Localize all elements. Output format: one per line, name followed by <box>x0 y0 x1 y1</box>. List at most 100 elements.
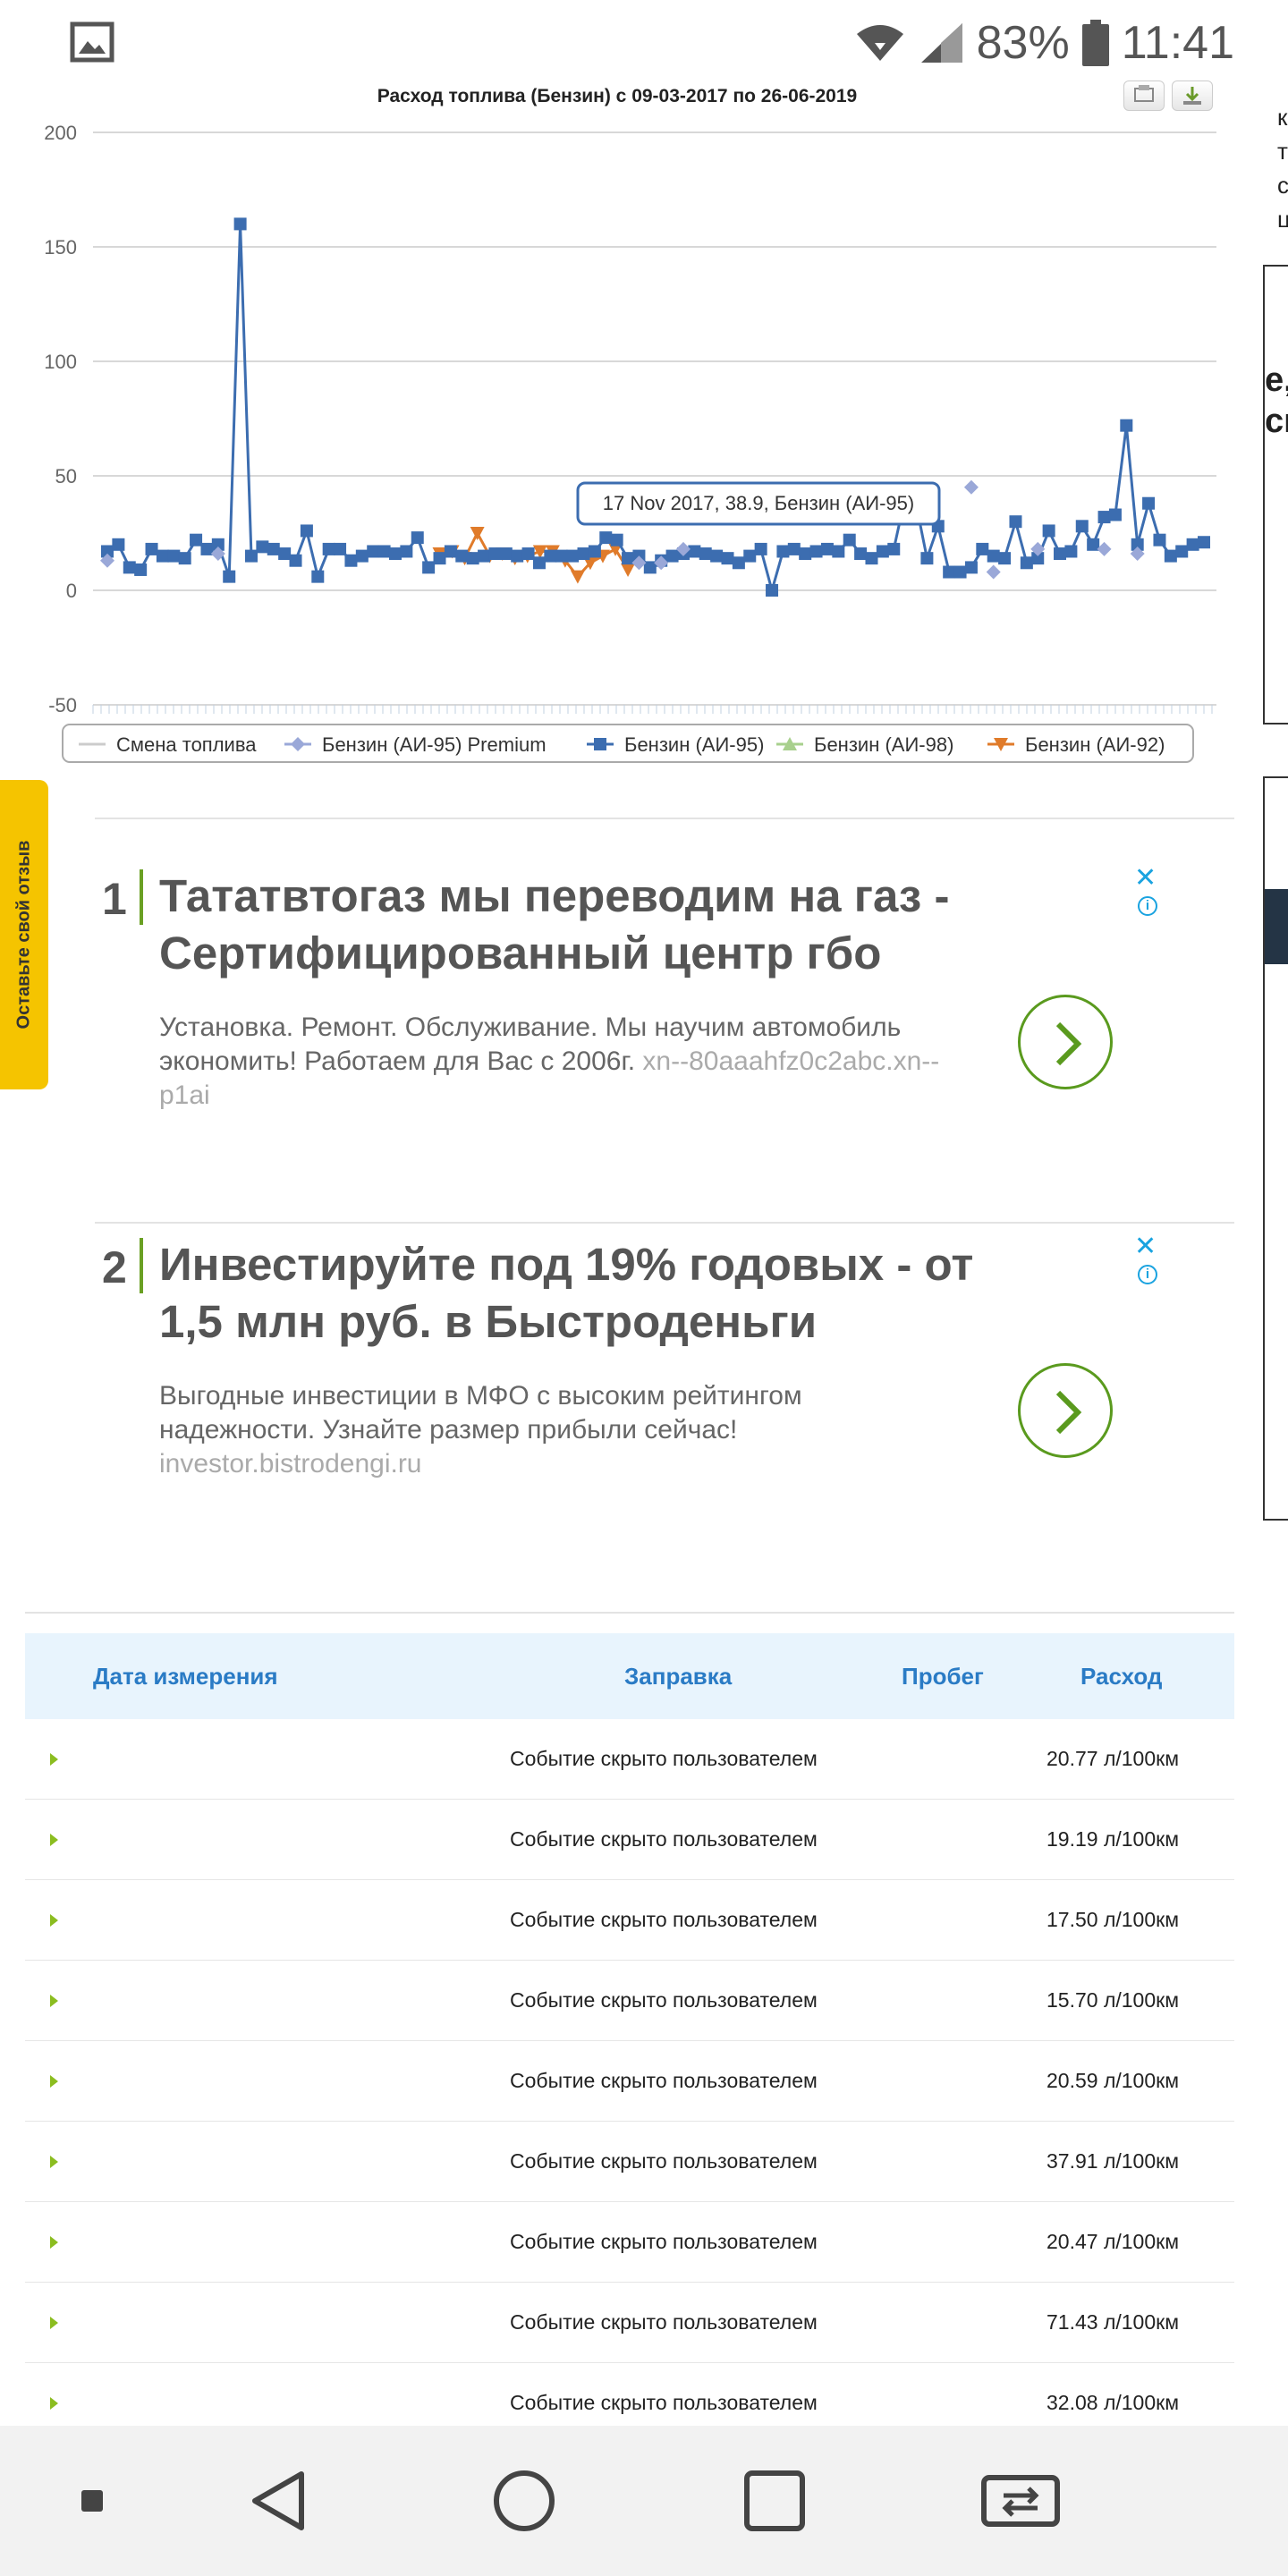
data-point-ai95 <box>1108 508 1122 521</box>
divider <box>25 1612 1234 1614</box>
square-dot-icon[interactable] <box>63 2426 122 2576</box>
edge-char: с <box>1277 172 1288 199</box>
event-cell: Событие скрыто пользователем <box>510 2310 818 2334</box>
table-row[interactable]: Событие скрыто пользователем 20.59 л/100к… <box>25 2041 1234 2122</box>
expand-arrow-icon[interactable] <box>50 1995 58 2007</box>
recents-icon[interactable] <box>739 2426 810 2576</box>
data-point-ai95 <box>190 533 203 547</box>
ad-url[interactable]: investor.bistrodengi.ru <box>159 1449 422 1479</box>
close-icon[interactable]: ✕ <box>1134 865 1157 892</box>
edge-char: т <box>1277 138 1288 165</box>
event-cell: Событие скрыто пользователем <box>510 1988 818 2012</box>
table-row[interactable]: Событие скрыто пользователем 37.91 л/100к… <box>25 2122 1234 2202</box>
expand-arrow-icon[interactable] <box>50 2075 58 2088</box>
column-header-mileage[interactable]: Пробег <box>902 1633 984 1719</box>
data-point-ai95 <box>289 554 302 567</box>
expand-arrow-icon[interactable] <box>50 2156 58 2168</box>
event-cell: Событие скрыто пользователем <box>510 1747 818 1770</box>
data-point-ai95 <box>976 542 989 555</box>
column-header-date[interactable]: Дата измерения <box>93 1633 278 1719</box>
ad-block[interactable]: 1 Тататвтогаз мы переводим на газ - Серт… <box>95 823 1168 1163</box>
ad-go-button[interactable] <box>1018 1363 1113 1458</box>
data-point-ai95 <box>743 549 757 563</box>
ad-go-button[interactable] <box>1018 995 1113 1089</box>
expand-arrow-icon[interactable] <box>50 2397 58 2410</box>
ad-description: Выгодные инвестиции в МФО с высоким рейт… <box>159 1379 964 1481</box>
data-point-ai95 <box>521 547 535 561</box>
data-point-ai95 <box>843 533 856 547</box>
battery-icon <box>1081 20 1109 66</box>
feedback-tab[interactable]: Оставьте свой отзыв <box>0 780 48 1089</box>
expand-arrow-icon[interactable] <box>50 1914 58 1927</box>
ad-block[interactable]: 2 Инвестируйте под 19% годовых - от 1,5 … <box>95 1191 1168 1531</box>
data-point-ai95 <box>699 547 712 561</box>
data-point-ai95 <box>887 542 901 555</box>
table-row[interactable]: Событие скрыто пользователем 19.19 л/100к… <box>25 1800 1234 1880</box>
event-cell: Событие скрыто пользователем <box>510 1908 818 1931</box>
data-point-ai95 <box>1054 547 1067 561</box>
consumption-cell: 17.50 л/100км <box>1046 1908 1180 1931</box>
data-point-ai95 <box>987 549 1000 563</box>
edge-panel-2 <box>1263 776 1288 1521</box>
data-point-ai95 <box>1186 538 1199 551</box>
signal-icon <box>920 23 962 63</box>
data-point-ai95 <box>156 549 169 563</box>
chevron-right-icon <box>1055 1390 1082 1435</box>
data-point-ai95 <box>178 552 191 565</box>
data-point-ai95-premium <box>963 479 979 495</box>
table-row[interactable]: Событие скрыто пользователем 20.47 л/100к… <box>25 2202 1234 2283</box>
data-point-ai95 <box>322 542 335 555</box>
expand-arrow-icon[interactable] <box>50 1753 58 1766</box>
data-point-ai95 <box>444 545 457 558</box>
ad-number: 2 <box>102 1242 127 1292</box>
consumption-cell: 71.43 л/100км <box>1046 2310 1180 2334</box>
expand-arrow-icon[interactable] <box>50 1834 58 1846</box>
data-point-ai95 <box>123 561 136 574</box>
consumption-cell: 20.77 л/100км <box>1046 1747 1180 1770</box>
data-point-ai95 <box>566 549 580 563</box>
column-header-consumption[interactable]: Расход <box>1080 1633 1162 1719</box>
table-row[interactable]: Событие скрыто пользователем 15.70 л/100к… <box>25 1961 1234 2041</box>
data-point-ai95 <box>411 531 424 545</box>
data-point-ai95 <box>943 565 956 579</box>
data-point-ai95 <box>1153 533 1166 547</box>
data-point-ai95 <box>499 547 513 561</box>
data-point-ai95 <box>998 552 1012 565</box>
data-point-ai95 <box>754 542 767 555</box>
close-icon[interactable]: ✕ <box>1134 1233 1157 1260</box>
consumption-cell: 19.19 л/100км <box>1046 1827 1180 1851</box>
ad-title[interactable]: Инвестируйте под 19% годовых - от 1,5 мл… <box>159 1236 991 1351</box>
switch-apps-icon[interactable] <box>979 2426 1063 2576</box>
data-point-ai95 <box>1175 545 1189 558</box>
edge-char: ц <box>1277 206 1288 233</box>
column-header-fuel[interactable]: Заправка <box>624 1633 732 1719</box>
table-row[interactable]: Событие скрыто пользователем 17.50 л/100к… <box>25 1880 1234 1961</box>
data-point-ai95 <box>766 584 779 597</box>
legend-item: Бензин (АИ-95) Premium <box>322 733 547 756</box>
info-icon[interactable]: i <box>1138 896 1157 916</box>
table-row[interactable]: Событие скрыто пользователем 71.43 л/100к… <box>25 2283 1234 2363</box>
ad-description: Установка. Ремонт. Обслуживание. Мы науч… <box>159 1011 964 1113</box>
data-point-ai95 <box>710 549 724 563</box>
data-point-ai95 <box>167 549 181 563</box>
table-row[interactable]: Событие скрыто пользователем 20.77 л/100к… <box>25 1719 1234 1800</box>
feedback-label: Оставьте свой отзыв <box>13 840 34 1030</box>
data-point-ai95 <box>1042 524 1055 538</box>
info-icon[interactable]: i <box>1138 1265 1157 1284</box>
expand-arrow-icon[interactable] <box>50 2236 58 2249</box>
expand-arrow-icon[interactable] <box>50 2317 58 2329</box>
data-point-ai95 <box>422 561 436 574</box>
data-point-ai95 <box>511 549 524 563</box>
back-icon[interactable] <box>242 2426 313 2576</box>
ad-title[interactable]: Тататвтогаз мы переводим на газ - Сертиф… <box>159 868 991 982</box>
home-icon[interactable] <box>488 2426 560 2576</box>
data-point-ai95 <box>599 531 613 545</box>
data-point-ai95 <box>1075 520 1089 533</box>
y-tick-label: 50 <box>55 465 77 487</box>
data-point-ai95 <box>544 549 557 563</box>
event-cell: Событие скрыто пользователем <box>510 2069 818 2092</box>
data-point-ai95 <box>145 542 158 555</box>
ad-accent-bar <box>140 869 143 925</box>
consumption-cell: 20.47 л/100км <box>1046 2230 1180 2253</box>
legend-item: Бензин (АИ-95) <box>624 733 764 756</box>
